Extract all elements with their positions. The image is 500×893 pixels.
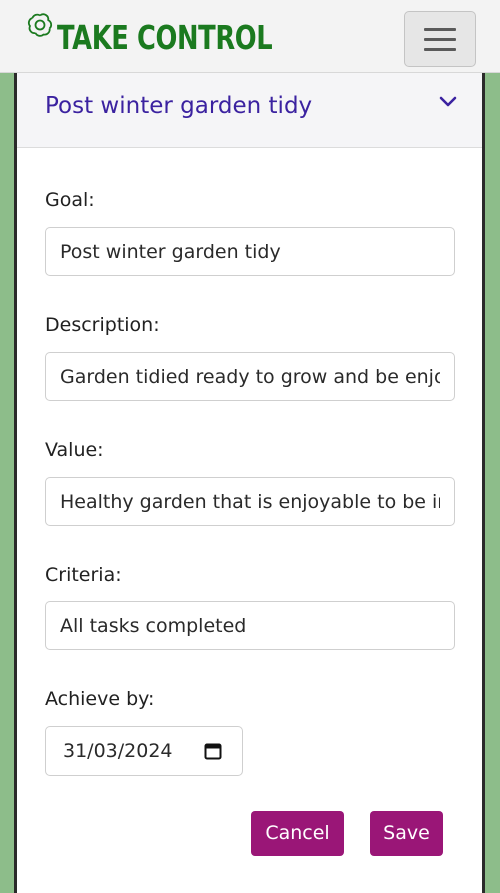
hamburger-icon (424, 27, 456, 31)
goal-label: Goal: (45, 189, 95, 211)
calendar-icon[interactable] (204, 742, 222, 760)
achieve-by-label: Achieve by: (45, 688, 155, 710)
hamburger-icon-line (424, 37, 456, 41)
save-button[interactable]: Save (370, 811, 443, 856)
brand-title: TAKE CONTROL (57, 18, 273, 57)
card-title: Post winter garden tidy (45, 93, 313, 119)
chevron-down-icon[interactable] (439, 95, 457, 109)
achieve-by-date-value: 31/03/2024 (63, 740, 173, 762)
goal-card: Post winter garden tidy Goal: Descriptio… (14, 73, 485, 893)
description-label: Description: (45, 314, 160, 336)
criteria-label: Criteria: (45, 564, 122, 586)
openai-knot-icon (27, 13, 53, 37)
value-field[interactable] (45, 477, 455, 526)
goal-field[interactable] (45, 227, 455, 276)
description-field[interactable] (45, 352, 455, 401)
navbar: TAKE CONTROL (0, 0, 500, 73)
achieve-by-date-field[interactable]: 31/03/2024 (45, 726, 243, 776)
cancel-button[interactable]: Cancel (251, 811, 344, 856)
brand-link[interactable]: TAKE CONTROL (26, 10, 333, 66)
menu-toggle-button[interactable] (404, 11, 476, 67)
criteria-field[interactable] (45, 601, 455, 650)
hamburger-icon-line (424, 47, 456, 51)
card-header[interactable]: Post winter garden tidy (17, 73, 482, 148)
value-label: Value: (45, 439, 104, 461)
